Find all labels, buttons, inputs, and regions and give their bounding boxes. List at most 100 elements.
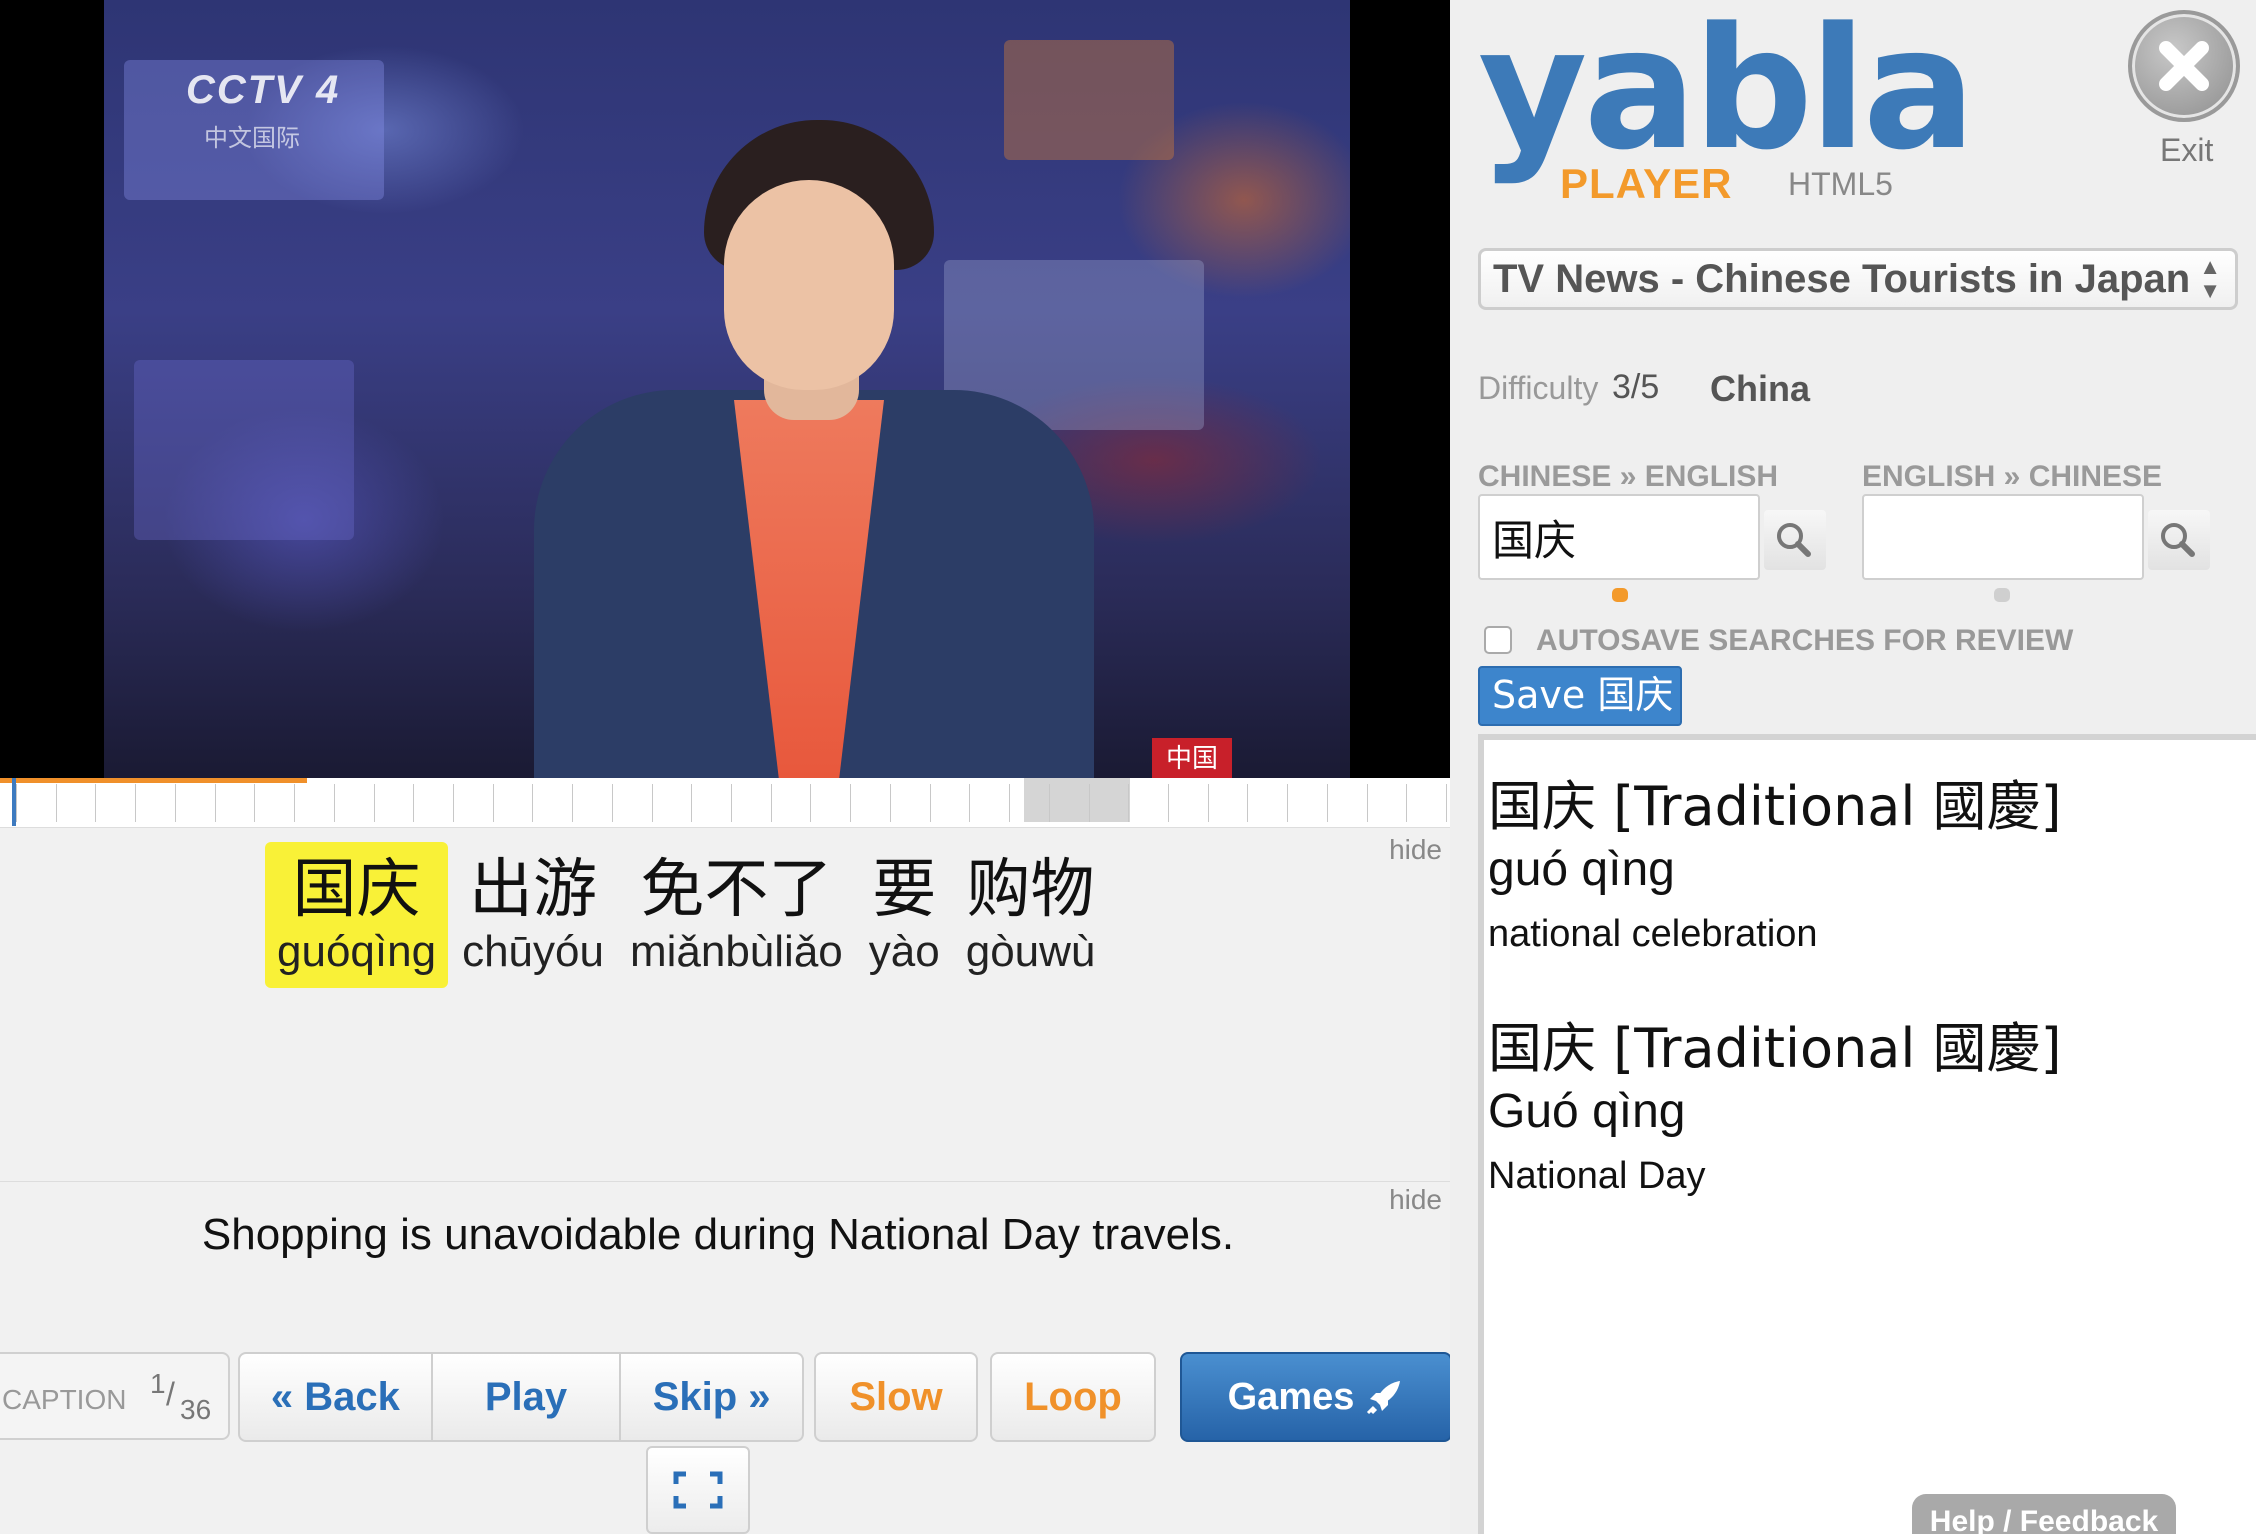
timeline-tick[interactable]: [175, 784, 176, 822]
dict-en-cn-search-button[interactable]: [2148, 510, 2210, 570]
definition-meaning: National Day: [1488, 1155, 1706, 1197]
back-button[interactable]: « Back: [240, 1354, 433, 1440]
playback-controls: « Back Play Skip »: [238, 1352, 804, 1442]
caption-word-hanzi: 要: [872, 853, 937, 927]
timeline-tick[interactable]: [969, 784, 970, 822]
timeline-tick[interactable]: [135, 784, 136, 822]
timeline-tick[interactable]: [493, 784, 494, 822]
video-frame: [104, 0, 1350, 778]
dict-en-cn-label: ENGLISH » CHINESE: [1862, 460, 2163, 493]
timeline-tick[interactable]: [215, 784, 216, 822]
timeline-tick[interactable]: [95, 784, 96, 822]
corner-bug: 中国: [1152, 738, 1232, 778]
caption-word[interactable]: 国庆 guóqìng: [265, 842, 449, 988]
timeline-tick[interactable]: [413, 784, 414, 822]
timeline-tick[interactable]: [1089, 784, 1090, 822]
caption-words: 国庆 guóqìng 出游 chūyóu 免不了 miǎnbùliǎo 要 yào 购物 gòuw…: [265, 842, 1109, 988]
definition-panel: 国庆 [Traditional 國慶] guó qìng national ce…: [1478, 734, 2256, 1534]
channel-logo: CCTV 4: [186, 68, 341, 112]
timeline-tick[interactable]: [890, 784, 891, 822]
timeline-tick[interactable]: [374, 784, 375, 822]
timeline-tick[interactable]: [1406, 784, 1407, 822]
timeline-tick[interactable]: [254, 784, 255, 822]
caption-word[interactable]: 出游 chūyóu: [450, 842, 616, 988]
games-label: Games: [1227, 1375, 1355, 1418]
caption-word-pinyin: chūyóu: [462, 927, 604, 976]
exit-label[interactable]: Exit: [2160, 132, 2213, 169]
caption-label: CAPTION: [2, 1384, 127, 1415]
timeline-tick[interactable]: [1247, 784, 1248, 822]
timeline-cursor[interactable]: [12, 778, 16, 826]
caption-panel: hide 国庆 guóqìng 出游 chūyóu 免不了 miǎnbùliǎo 要 yào 购…: [0, 828, 1450, 1182]
video-player[interactable]: CCTV 4 中文国际 中国: [0, 0, 1450, 778]
timeline-tick[interactable]: [1327, 784, 1328, 822]
definition-pinyin: Guó qìng: [1488, 1085, 1686, 1138]
timeline-tick[interactable]: [572, 784, 573, 822]
channel-subtitle: 中文国际: [204, 125, 300, 152]
caption-word-pinyin: miǎnbùliǎo: [629, 927, 843, 976]
exit-button[interactable]: [2128, 10, 2240, 122]
dict-en-cn-indicator: [1994, 588, 2010, 602]
timeline-tick[interactable]: [1367, 784, 1368, 822]
games-button[interactable]: Games: [1180, 1352, 1452, 1442]
translation-text: Shopping is unavoidable during National …: [201, 1210, 1235, 1259]
logo-html5-text: HTML5: [1788, 166, 1893, 202]
timeline-tick[interactable]: [691, 784, 692, 822]
difficulty-value: 3/5: [1612, 368, 1660, 406]
timeline-tick[interactable]: [850, 784, 851, 822]
caption-timeline[interactable]: [0, 778, 1450, 828]
video-select[interactable]: TV News - Chinese Tourists in Japan ▲ ▼: [1478, 248, 2238, 310]
timeline-tick[interactable]: [731, 784, 732, 822]
timeline-tick[interactable]: [1128, 784, 1129, 822]
caption-word[interactable]: 免不了 miǎnbùliǎo: [618, 842, 855, 988]
autosave-label[interactable]: AUTOSAVE SEARCHES FOR REVIEW: [1536, 624, 2073, 658]
country-label: China: [1710, 368, 1811, 409]
caption-word-hanzi: 购物: [966, 853, 1095, 927]
timeline-tick[interactable]: [334, 784, 335, 822]
timeline-tick[interactable]: [532, 784, 533, 822]
help-feedback-button[interactable]: Help / Feedback: [1912, 1494, 2176, 1534]
dict-en-cn-input[interactable]: [1862, 494, 2144, 580]
timeline-tick[interactable]: [1009, 784, 1010, 822]
timeline-tick[interactable]: [16, 784, 17, 822]
caption-word[interactable]: 要 yào: [857, 842, 952, 988]
autosave-checkbox[interactable]: [1484, 626, 1512, 654]
timeline-tick[interactable]: [1287, 784, 1288, 822]
timeline-tick[interactable]: [810, 784, 811, 822]
caption-word-hanzi: 出游: [469, 853, 597, 927]
timeline-tick[interactable]: [612, 784, 613, 822]
save-word-button[interactable]: Save 国庆: [1478, 666, 1682, 726]
timeline-tick[interactable]: [652, 784, 653, 822]
play-button[interactable]: Play: [433, 1354, 622, 1440]
dict-cn-en-search-button[interactable]: [1764, 510, 1826, 570]
skip-button[interactable]: Skip »: [621, 1354, 802, 1440]
definition-pinyin: guó qìng: [1488, 843, 1675, 896]
timeline-tick[interactable]: [930, 784, 931, 822]
timeline-tick[interactable]: [1208, 784, 1209, 822]
caption-word-pinyin: guóqìng: [277, 927, 437, 976]
caption-word-pinyin: gòuwù: [965, 927, 1096, 976]
background-screen: [134, 360, 354, 540]
timeline-tick[interactable]: [1446, 784, 1447, 822]
hide-caption-link[interactable]: hide: [1389, 834, 1442, 866]
rocket-icon: [1367, 1381, 1401, 1415]
caption-word[interactable]: 购物 gòuwù: [954, 842, 1108, 988]
timeline-tick[interactable]: [453, 784, 454, 822]
logo-player-text: PLAYER: [1560, 160, 1733, 207]
dict-cn-en-input[interactable]: [1478, 494, 1760, 580]
timeline-tick[interactable]: [771, 784, 772, 822]
fullscreen-icon: [673, 1471, 723, 1509]
fullscreen-button[interactable]: [646, 1446, 750, 1534]
loop-button[interactable]: Loop: [990, 1352, 1156, 1442]
caption-current: 1: [150, 1368, 166, 1399]
anchor-face: [724, 180, 894, 390]
definition-entry: 国庆 [Traditional 國慶] Guó qìng National Da…: [1488, 1016, 2062, 1200]
timeline-tick[interactable]: [294, 784, 295, 822]
timeline-tick[interactable]: [1168, 784, 1169, 822]
slow-button[interactable]: Slow: [814, 1352, 978, 1442]
timeline-progress: [0, 778, 307, 783]
difficulty-label: Difficulty: [1478, 370, 1599, 406]
select-arrows-icon: ▲ ▼: [2199, 254, 2221, 303]
timeline-tick[interactable]: [56, 784, 57, 822]
timeline-tick[interactable]: [1049, 784, 1050, 822]
